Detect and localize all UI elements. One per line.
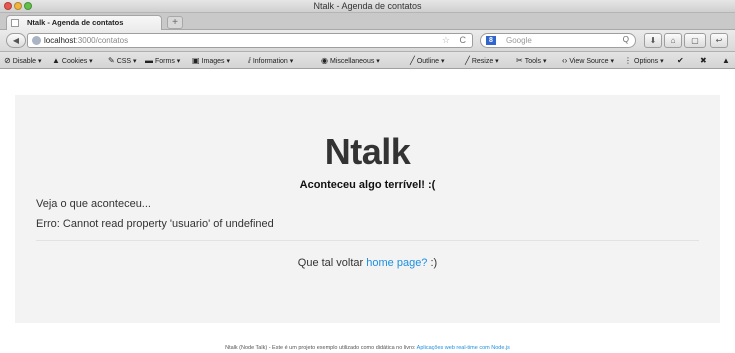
dev-css-menu[interactable]: ✎ CSS ▾ [108,56,137,65]
dev-outline-label: Outline [416,58,440,65]
page-viewport: Ntalk Aconteceu algo terrível! :( Veja o… [0,70,735,353]
bookmark-star-icon[interactable]: ☆ [442,35,450,46]
dev-resize-label: Resize [471,58,494,65]
dev-forms-menu[interactable]: ▬ Forms ▾ [145,56,180,65]
code-icon: ‹› [562,56,568,65]
new-tab-button[interactable]: + [167,16,183,29]
resize-icon: ╱ [465,56,470,65]
dev-tools-label: Tools [524,58,542,65]
view-button[interactable]: ▢ [684,33,706,48]
window-titlebar: Ntalk - Agenda de contatos [0,0,735,13]
search-bar[interactable]: 8 Google Q [480,33,636,48]
dev-options-menu[interactable]: ⋮ Options ▾ [624,56,664,65]
tools-icon: ✂ [516,56,523,65]
dev-tools-menu[interactable]: ✂ Tools ▾ [516,56,547,65]
error-container: Ntalk Aconteceu algo terrível! :( Veja o… [15,95,720,323]
disable-icon: ⊘ [4,56,11,65]
page-title: Ntalk [324,131,411,172]
globe-icon [32,36,41,45]
css-icon: ✎ [108,56,115,65]
home-page-link[interactable]: home page? [366,257,427,269]
dev-images-menu[interactable]: ▣ Images ▾ [192,56,230,65]
return-line: Que tal voltar home page? :) [15,257,720,269]
footer-text: Ntalk (Node Talk) - Este é um projeto ex… [225,345,417,351]
url-bar[interactable]: localhost:3000/contatos ☆ C [27,33,473,48]
information-icon: ⅈ [248,56,251,65]
error-heading: Aconteceu algo terrível! :( [299,179,436,191]
dev-disable-menu[interactable]: ⊘ Disable ▾ [4,56,42,65]
tab-label: Ntalk - Agenda de contatos [27,18,124,27]
tab-strip: Ntalk - Agenda de contatos + [0,13,735,30]
url-host: localhost [44,36,76,45]
dev-view-source-label: View Source [569,58,609,65]
extra-button[interactable]: ↩ [710,33,728,48]
dev-view-source-menu[interactable]: ‹› View Source ▾ [562,56,614,65]
options-icon: ⋮ [624,56,632,65]
search-icon[interactable]: Q [623,35,629,44]
check-icon[interactable]: ✔ [677,56,684,65]
error-lead: Veja o que aconteceu... [36,198,151,210]
close-toolbar-icon[interactable]: ✖ [700,56,707,65]
dev-resize-menu[interactable]: ╱ Resize ▾ [465,56,499,65]
url-path: :3000/contatos [75,36,129,45]
reload-icon[interactable]: C [460,35,467,45]
page-icon [11,19,19,27]
tab-ntalk[interactable]: Ntalk - Agenda de contatos [6,15,162,30]
search-input[interactable]: Google [506,36,532,45]
dev-cookies-menu[interactable]: ▲ Cookies ▾ [52,56,93,65]
url-text[interactable]: localhost:3000/contatos [44,36,128,45]
error-message: Erro: Cannot read property 'usuario' of … [36,218,274,230]
window-title: Ntalk - Agenda de contatos [313,1,422,11]
dev-miscellaneous-label: Miscellaneous [329,58,375,65]
home-button[interactable]: ⌂ [664,33,682,48]
warning-icon[interactable]: ▲ [722,56,730,65]
dev-css-label: CSS [116,58,132,65]
miscellaneous-icon: ◉ [321,56,328,65]
dev-disable-label: Disable [12,58,37,65]
web-developer-toolbar: ⊘ Disable ▾ ▲ Cookies ▾ ✎ CSS ▾ ▬ Forms ▾ ▣ I… [0,52,735,69]
download-button[interactable]: ⬇ [644,33,662,48]
dev-information-menu[interactable]: ⅈ Information ▾ [248,56,293,65]
forms-icon: ▬ [145,56,153,65]
navigation-bar: ◀ localhost:3000/contatos ☆ C 8 Google Q… [0,30,735,52]
dev-forms-label: Forms [155,58,175,65]
back-button[interactable]: ◀ [6,33,26,48]
dev-cookies-label: Cookies [61,58,88,65]
dev-options-label: Options [634,58,659,65]
cookies-icon: ▲ [52,56,60,65]
dev-miscellaneous-menu[interactable]: ◉ Miscellaneous ▾ [321,56,380,65]
dev-images-label: Images [201,58,225,65]
return-suffix: :) [427,257,438,269]
book-link[interactable]: Aplicações web real-time com Node.js [417,345,510,351]
dev-information-label: Information [252,58,288,65]
return-prefix: Que tal voltar [297,257,367,269]
dev-outline-menu[interactable]: ╱ Outline ▾ [410,56,444,65]
outline-icon: ╱ [410,56,415,65]
google-engine-icon[interactable]: 8 [486,36,496,45]
divider [36,240,699,241]
page-footer: Ntalk (Node Talk) - Este é um projeto ex… [0,345,735,351]
images-icon: ▣ [192,56,200,65]
